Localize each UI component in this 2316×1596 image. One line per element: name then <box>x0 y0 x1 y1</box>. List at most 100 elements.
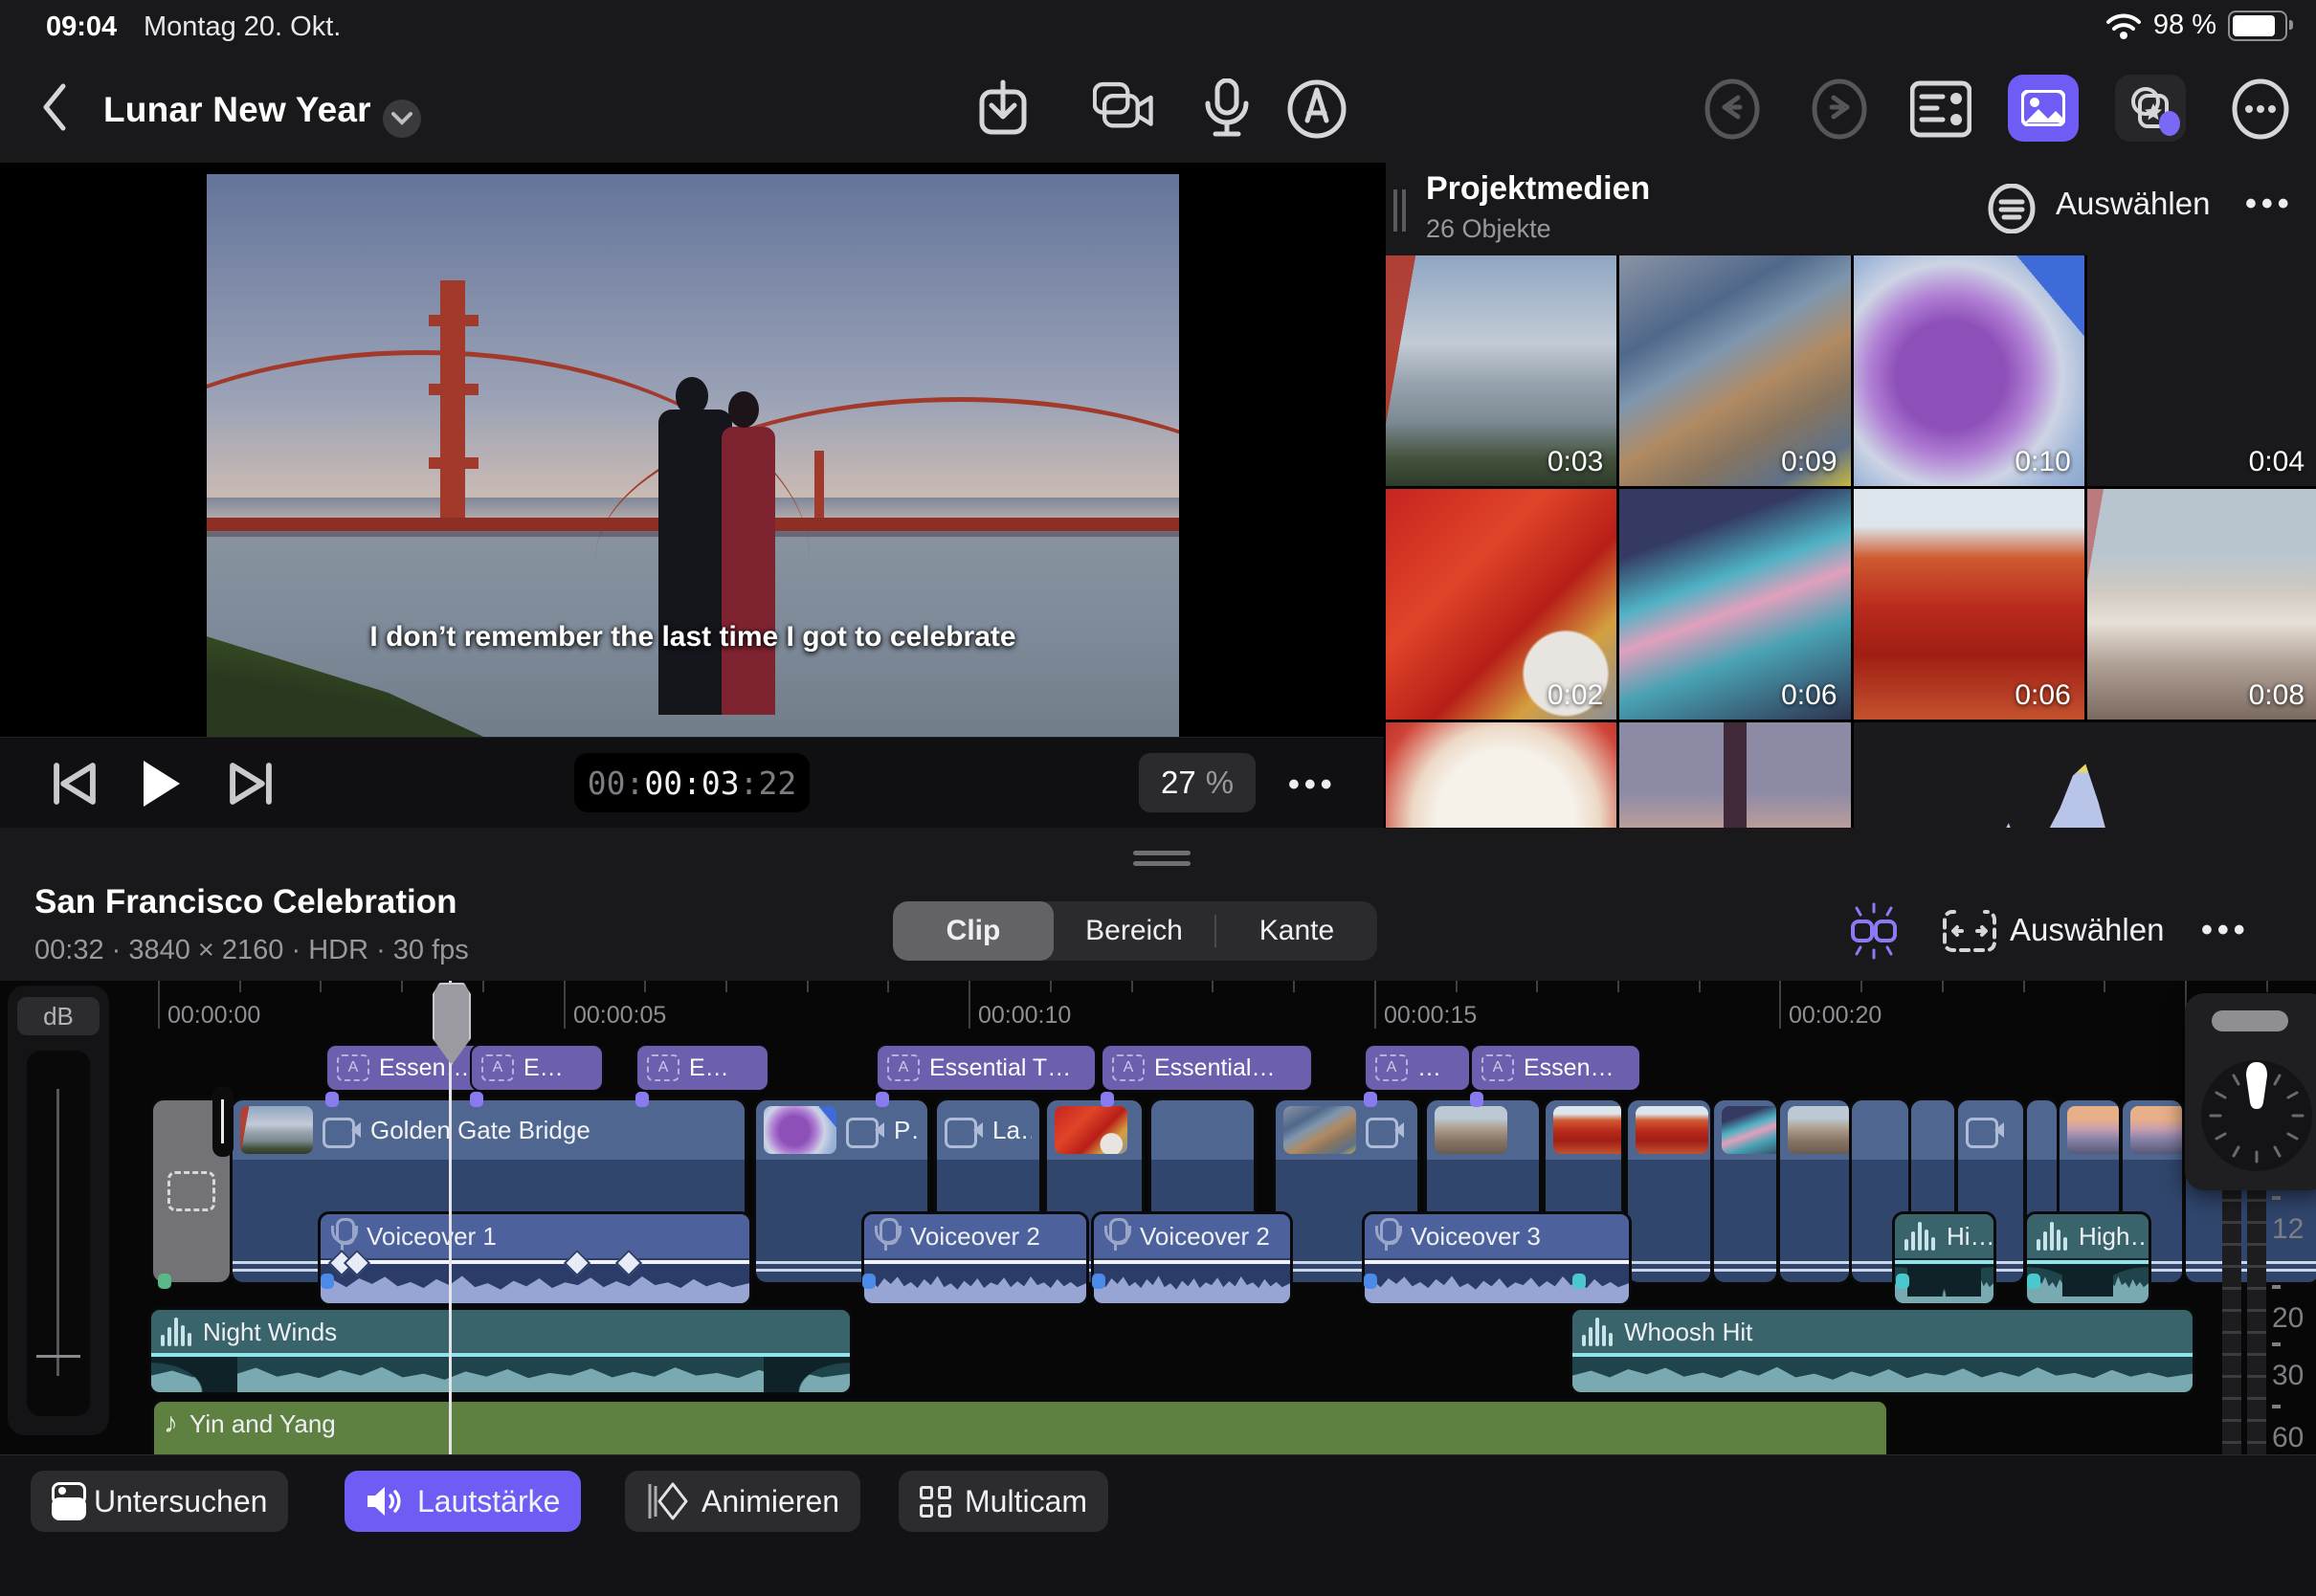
waveform-clip-icon <box>2037 1222 2067 1251</box>
volume-line[interactable] <box>1572 1353 2193 1357</box>
trim-handle[interactable] <box>212 1086 234 1157</box>
panel-resize-handle[interactable] <box>1133 851 1191 868</box>
title-clip[interactable]: AEssen… <box>325 1044 488 1092</box>
camera-icon[interactable] <box>1093 78 1154 140</box>
media-item[interactable]: 0:02 <box>1386 489 1616 720</box>
title-clip-label: Essential… <box>1154 1054 1275 1082</box>
caption-text: I don’t remember the last time I got to … <box>207 621 1179 654</box>
filter-icon[interactable] <box>1987 184 2037 233</box>
media-item[interactable]: 0:06 <box>1619 489 1850 720</box>
volume-line[interactable] <box>1365 1260 1629 1264</box>
title-clip[interactable]: AE… <box>470 1044 604 1092</box>
panel-grabber[interactable] <box>1393 189 1407 232</box>
voiceover-clip[interactable]: Voiceover 3 <box>1362 1211 1632 1306</box>
title-clip[interactable]: A… <box>1364 1044 1471 1092</box>
sound-effect-clip[interactable]: High… <box>2024 1211 2151 1306</box>
clip-duration: 0:04 <box>2249 446 2305 478</box>
tab-bereich[interactable]: Bereich <box>1054 901 1214 961</box>
media-item[interactable]: 0:06 <box>1854 489 2084 720</box>
skip-forward-icon[interactable] <box>226 759 276 809</box>
ruler-tick <box>2023 981 2025 992</box>
timeline-more-icon[interactable]: ••• <box>2201 912 2250 949</box>
viewer-more-icon[interactable]: ••• <box>1288 766 1337 804</box>
title-clip[interactable]: AEssential… <box>1101 1044 1313 1092</box>
tab-kante[interactable]: Kante <box>1216 901 1377 961</box>
more-menu-icon[interactable] <box>2230 78 2291 140</box>
play-button[interactable] <box>136 759 186 809</box>
media-item[interactable]: 0:03 <box>1386 255 1616 486</box>
voiceover-clip[interactable]: Voiceover 1 <box>318 1211 752 1306</box>
volume-knob[interactable] <box>2198 1049 2315 1183</box>
audio-waveform <box>151 1355 850 1392</box>
video-preview[interactable]: I don’t remember the last time I got to … <box>207 174 1179 762</box>
title-dropdown-icon[interactable] <box>383 100 421 138</box>
title-clip[interactable]: AEssen… <box>1470 1044 1641 1092</box>
ruler-tick <box>644 981 646 992</box>
media-item[interactable]: 0:08 <box>2087 489 2316 720</box>
video-clip-header <box>1628 1100 1710 1160</box>
clip-connection-dot <box>1896 1274 1909 1289</box>
voiceover-clip[interactable]: Voiceover 2 <box>1091 1211 1293 1306</box>
microphone-clip-icon <box>1103 1218 1128 1254</box>
media-item[interactable] <box>1854 722 2316 828</box>
microphone-icon[interactable] <box>1196 78 1258 140</box>
overwrite-mode-icon[interactable] <box>1941 902 1998 960</box>
pencil-tools-icon[interactable] <box>1286 78 1347 140</box>
volume-line[interactable] <box>1094 1260 1290 1264</box>
fade-in[interactable] <box>151 1354 237 1392</box>
timeline-select-button[interactable]: Auswählen <box>2010 912 2164 948</box>
volume-knob-popup[interactable] <box>2185 993 2316 1190</box>
volume-line[interactable] <box>2027 1260 2149 1264</box>
import-icon[interactable] <box>974 78 1036 140</box>
undo-icon[interactable] <box>1702 78 1763 140</box>
video-clip-header <box>1852 1100 1908 1160</box>
voiceover-clip[interactable]: Voiceover 2 <box>861 1211 1089 1306</box>
redo-icon[interactable] <box>1809 78 1870 140</box>
volume-line[interactable] <box>1895 1260 1993 1264</box>
timecode-display[interactable]: 00:00:03:22 <box>574 753 810 812</box>
media-item[interactable]: 0:09 <box>1619 255 1850 486</box>
video-clip-thumbnail <box>1553 1106 1624 1154</box>
volume-line[interactable] <box>864 1260 1086 1264</box>
camera-clip-icon <box>846 1118 884 1142</box>
db-button[interactable]: dB <box>17 997 100 1035</box>
animate-button[interactable]: Animieren <box>625 1471 860 1532</box>
magnetic-timeline-icon[interactable] <box>1845 902 1903 960</box>
multicam-button[interactable]: Multicam <box>899 1471 1108 1532</box>
back-button[interactable] <box>38 80 73 134</box>
sound-effect-clip[interactable]: Whoosh Hit <box>1570 1307 2195 1395</box>
media-item[interactable]: 0:10 <box>1854 255 2084 486</box>
title-clip[interactable]: AEssential T… <box>876 1044 1097 1092</box>
media-more-icon[interactable]: ••• <box>2245 186 2294 223</box>
media-browser-button[interactable] <box>2008 75 2079 142</box>
volume-line[interactable] <box>151 1353 850 1357</box>
effects-browser-button[interactable] <box>2115 75 2186 142</box>
camera-clip-icon <box>323 1118 361 1142</box>
audio-waveform <box>1094 1263 1290 1303</box>
tab-clip[interactable]: Clip <box>893 901 1054 961</box>
project-title[interactable]: Lunar New Year <box>103 90 371 130</box>
fade-out[interactable] <box>764 1354 850 1392</box>
media-item[interactable]: 0:04 <box>2087 255 2316 486</box>
sound-effect-clip[interactable]: Night Winds <box>148 1307 853 1395</box>
inspect-button[interactable]: Untersuchen <box>31 1471 288 1532</box>
volume-button[interactable]: Lautstärke <box>345 1471 581 1532</box>
music-clip[interactable]: ♪Yin and Yang <box>151 1399 1889 1454</box>
sound-effect-clip[interactable]: Hi… <box>1892 1211 1996 1306</box>
title-clip[interactable]: AE… <box>635 1044 769 1092</box>
audio-clip-label: Voiceover 2 <box>1140 1222 1270 1252</box>
clip-duration: 0:09 <box>1781 446 1837 478</box>
inspector-list-icon[interactable] <box>1910 78 1971 140</box>
volume-line[interactable] <box>321 1260 749 1264</box>
media-item[interactable] <box>1386 722 1616 828</box>
media-panel-title: Projektmedien <box>1426 170 1650 208</box>
zoom-level-button[interactable]: 27% <box>1139 753 1256 812</box>
popup-grabber[interactable] <box>2212 1010 2288 1031</box>
title-a-icon: A <box>647 1054 679 1081</box>
waveform-clip-icon <box>1904 1222 1935 1251</box>
media-select-button[interactable]: Auswählen <box>2056 186 2210 222</box>
ruler-tick <box>1536 981 1538 992</box>
media-item[interactable] <box>1619 722 1850 828</box>
effects-badge <box>2159 111 2180 136</box>
skip-back-icon[interactable] <box>50 759 100 809</box>
